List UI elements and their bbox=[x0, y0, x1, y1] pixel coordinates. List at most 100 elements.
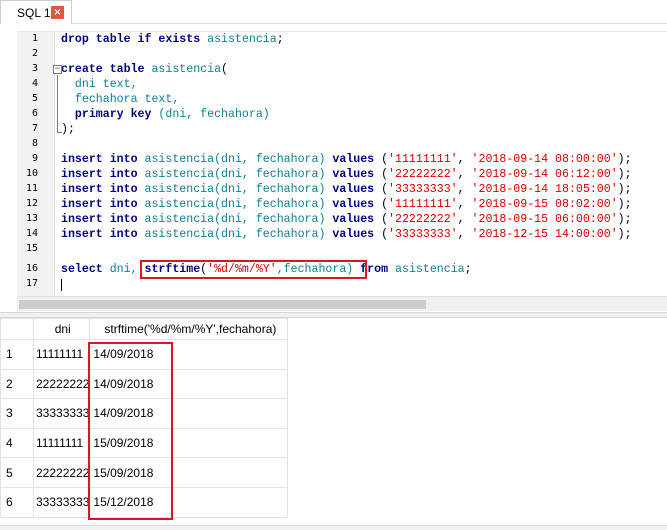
code-string: '2018-09-15 08:02:00' bbox=[471, 198, 618, 211]
code-line: 13 insert into asistencia(dni, fechahora… bbox=[17, 212, 667, 227]
code-text: fechahora text, bbox=[61, 93, 180, 106]
code-line: 17 bbox=[17, 277, 667, 292]
code-identifier: asistencia bbox=[151, 63, 222, 76]
cell-dni[interactable]: 22222222 bbox=[32, 457, 91, 488]
scrollbar-thumb[interactable] bbox=[19, 300, 426, 309]
code-keyword: insert into bbox=[61, 198, 138, 211]
code-line: 15 bbox=[17, 242, 667, 257]
code-identifier: (dni, fechahora) bbox=[214, 198, 326, 211]
highlight-box-strftime bbox=[140, 260, 367, 279]
text-cursor bbox=[61, 279, 62, 291]
code-keyword: insert into bbox=[61, 213, 138, 226]
results-grid: dni strftime('%d/%m/%Y',fechahora) 1 111… bbox=[0, 318, 667, 530]
cell-dni[interactable]: 11111111 bbox=[32, 427, 91, 459]
code-identifier: (dni, fechahora) bbox=[214, 228, 326, 241]
code-string: '2018-12-15 14:00:00' bbox=[471, 228, 618, 241]
line-number: 14 bbox=[25, 228, 38, 239]
row-number: 1 bbox=[0, 339, 34, 370]
code-line: 11 insert into asistencia(dni, fechahora… bbox=[17, 182, 667, 197]
fold-toggle-icon[interactable]: − bbox=[53, 65, 62, 74]
code-keyword: values bbox=[332, 213, 375, 226]
editor-horizontal-scrollbar[interactable] bbox=[17, 296, 667, 311]
line-number: 15 bbox=[25, 243, 38, 254]
code-string: '22222222' bbox=[388, 168, 458, 181]
row-number: 5 bbox=[0, 457, 34, 488]
line-number: 6 bbox=[31, 108, 38, 119]
line-number: 13 bbox=[25, 213, 38, 224]
row-number: 4 bbox=[0, 427, 34, 459]
line-number: 16 bbox=[25, 263, 38, 274]
code-identifier: (dni, fechahora) bbox=[151, 108, 270, 121]
row-number-header[interactable] bbox=[0, 318, 34, 340]
code-string: '11111111' bbox=[388, 198, 458, 211]
code-line: 2 bbox=[17, 47, 667, 62]
sql-editor[interactable]: 1 drop table if exists asistencia; 2 3 c… bbox=[17, 31, 667, 312]
code-string: '33333333' bbox=[388, 228, 458, 241]
code-string: '2018-09-14 08:00:00' bbox=[471, 153, 618, 166]
code-keyword: select bbox=[61, 263, 103, 276]
code-string: '33333333' bbox=[388, 183, 458, 196]
line-number: 10 bbox=[25, 168, 38, 179]
code-identifier: asistencia bbox=[395, 263, 465, 276]
tab-label: SQL 1 bbox=[17, 6, 51, 20]
close-icon[interactable]: × bbox=[51, 6, 64, 19]
row-number: 3 bbox=[0, 398, 34, 429]
code-string: '11111111' bbox=[388, 153, 458, 166]
code-string: '2018-09-14 06:12:00' bbox=[471, 168, 618, 181]
line-number: 12 bbox=[25, 198, 38, 209]
code-line: 4 dni text, bbox=[17, 77, 667, 92]
cell-dni[interactable]: 22222222 bbox=[32, 368, 91, 400]
code-text: ; bbox=[276, 33, 284, 46]
code-line: 7 ); bbox=[17, 122, 667, 137]
code-keyword: insert into bbox=[61, 168, 138, 181]
line-number: 9 bbox=[31, 153, 38, 164]
column-header-strftime[interactable]: strftime('%d/%m/%Y',fechahora) bbox=[89, 318, 289, 340]
code-identifier: asistencia bbox=[144, 198, 215, 211]
code-line: 5 fechahora text, bbox=[17, 92, 667, 107]
line-number: 2 bbox=[31, 48, 38, 59]
code-identifier: asistencia bbox=[144, 153, 215, 166]
line-number: 7 bbox=[31, 123, 38, 134]
line-number: 5 bbox=[31, 93, 38, 104]
code-identifier: dni, bbox=[102, 263, 145, 276]
code-keyword: values bbox=[332, 168, 375, 181]
tab-sql-1[interactable]: SQL 1 × bbox=[0, 0, 72, 24]
code-text: dni text, bbox=[61, 78, 138, 91]
code-line: 6 primary key (dni, fechahora) bbox=[17, 107, 667, 122]
code-text: ; bbox=[464, 263, 472, 276]
grid-horizontal-scrollbar[interactable] bbox=[0, 525, 667, 530]
code-keyword: create table bbox=[61, 63, 145, 76]
code-string: '2018-09-14 18:05:00' bbox=[471, 183, 618, 196]
code-line: 8 bbox=[17, 137, 667, 152]
code-line: 3 create table asistencia( bbox=[17, 62, 667, 77]
line-number: 4 bbox=[31, 78, 38, 89]
code-keyword: insert into bbox=[61, 183, 138, 196]
code-identifier: asistencia bbox=[144, 213, 215, 226]
line-number: 3 bbox=[31, 63, 38, 74]
code-keyword: values bbox=[332, 183, 375, 196]
line-number: 17 bbox=[25, 278, 38, 289]
code-string: '2018-09-15 06:00:00' bbox=[471, 213, 618, 226]
code-identifier: (dni, fechahora) bbox=[214, 153, 326, 166]
code-identifier: asistencia bbox=[144, 183, 215, 196]
code-keyword: values bbox=[332, 228, 375, 241]
code-identifier: (dni, fechahora) bbox=[214, 168, 326, 181]
code-line: 9 insert into asistencia(dni, fechahora)… bbox=[17, 152, 667, 167]
fold-guide-end bbox=[57, 132, 62, 133]
code-line: 1 drop table if exists asistencia; bbox=[17, 32, 667, 47]
cell-dni[interactable]: 33333333 bbox=[32, 486, 91, 518]
code-keyword: values bbox=[332, 198, 375, 211]
header-row: dni strftime('%d/%m/%Y',fechahora) bbox=[0, 318, 289, 340]
line-number: 8 bbox=[31, 138, 38, 149]
line-number: 11 bbox=[25, 183, 38, 194]
row-number: 6 bbox=[0, 486, 34, 518]
cell-dni[interactable]: 33333333 bbox=[32, 398, 91, 429]
code-keyword: values bbox=[332, 153, 375, 166]
column-header-dni[interactable]: dni bbox=[32, 318, 91, 340]
code-identifier: asistencia bbox=[144, 228, 215, 241]
code-line: 12 insert into asistencia(dni, fechahora… bbox=[17, 197, 667, 212]
cell-dni[interactable]: 11111111 bbox=[32, 339, 91, 370]
row-number: 2 bbox=[0, 368, 34, 400]
highlight-box-date-column bbox=[88, 342, 173, 520]
tab-bar: SQL 1 × bbox=[0, 0, 667, 24]
